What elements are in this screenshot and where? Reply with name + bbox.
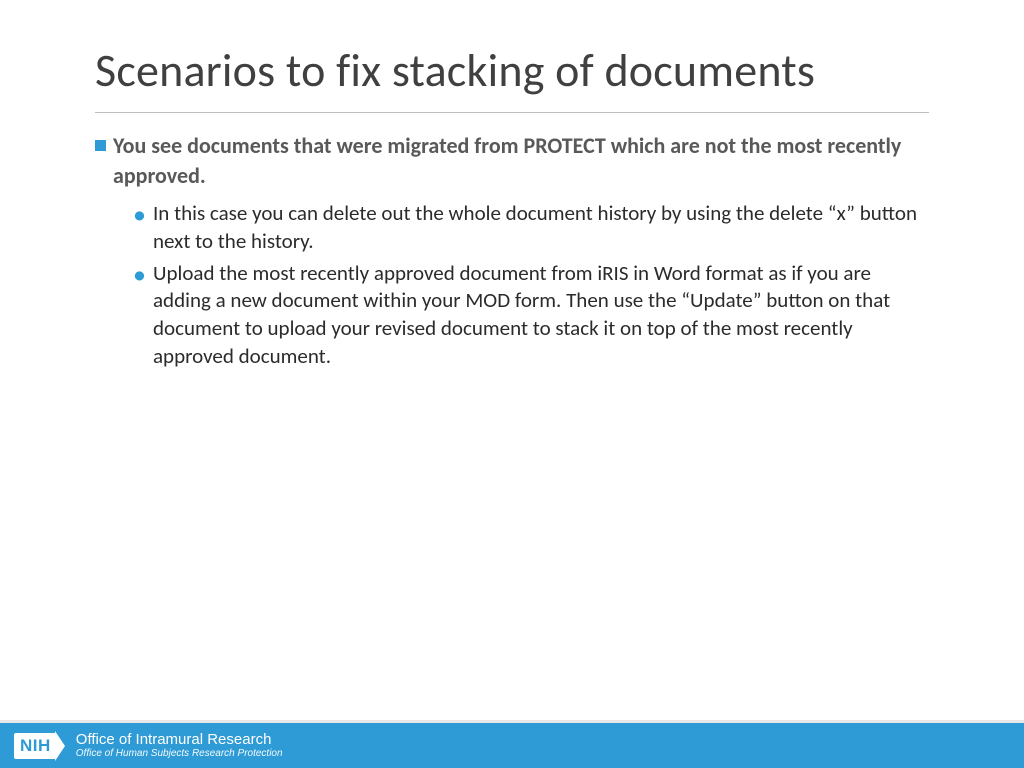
list-item: In this case you can delete out the whol… [133,200,929,255]
footer-office-subtitle: Office of Human Subjects Research Protec… [76,748,283,760]
title-underline [95,112,929,113]
list-item-text: In this case you can delete out the whol… [153,200,917,254]
nih-logo: NIH [14,731,65,761]
nih-logo-text: NIH [14,733,56,759]
main-heading: You see documents that were migrated fro… [95,131,929,190]
footer-text-block: Office of Intramural Research Office of … [76,731,283,760]
chevron-right-icon [55,731,65,761]
slide-content: Scenarios to fix stacking of documents Y… [0,0,1024,371]
list-item-text: Upload the most recently approved docume… [153,260,890,369]
footer-office-name: Office of Intramural Research [76,731,283,748]
main-heading-text: You see documents that were migrated fro… [113,132,901,189]
square-bullet-icon [95,140,106,151]
slide-title: Scenarios to fix stacking of documents [95,45,929,98]
list-item: Upload the most recently approved docume… [133,260,929,371]
footer-bar: NIH Office of Intramural Research Office… [0,720,1024,768]
sub-bullet-list: In this case you can delete out the whol… [95,200,929,370]
